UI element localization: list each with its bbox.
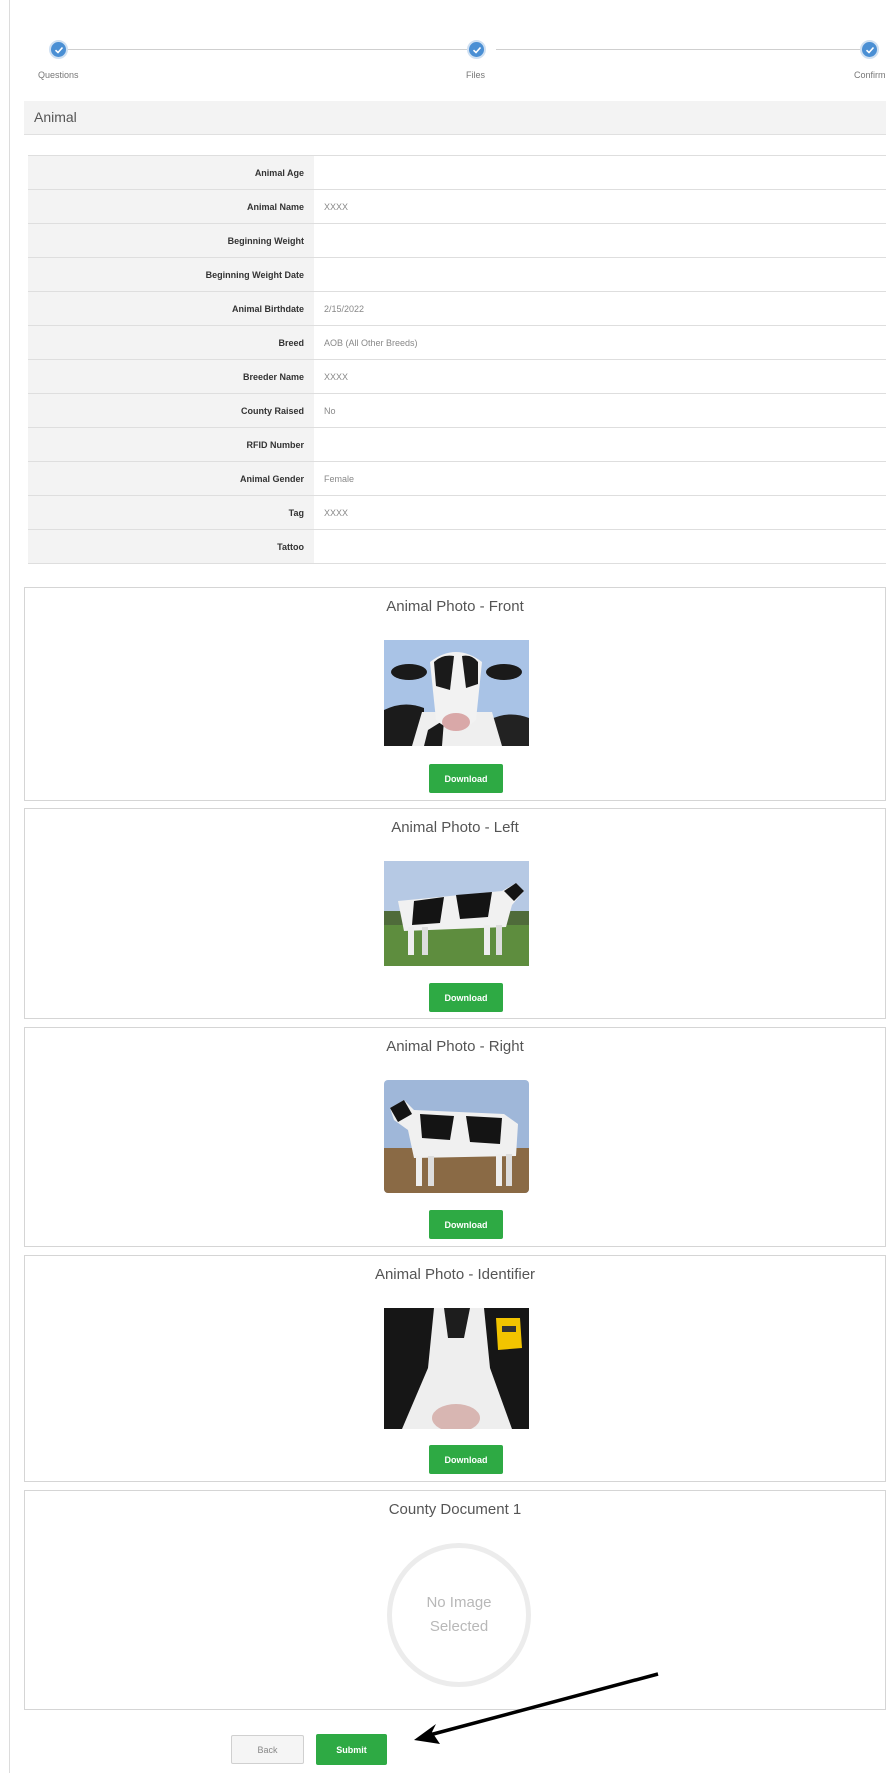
cow-front-photo: [384, 640, 529, 746]
download-identifier-button[interactable]: Download: [429, 1445, 503, 1474]
placeholder-text-line2: Selected: [429, 1618, 489, 1635]
download-front-button[interactable]: Download: [429, 764, 503, 793]
row-value: [314, 427, 886, 462]
row-value: AOB (All Other Breeds): [314, 325, 886, 360]
row-label: Beginning Weight Date: [28, 257, 314, 292]
step-label-confirm: Confirm: [854, 70, 886, 80]
step-label-files: Files: [466, 70, 486, 80]
row-label: Animal Age: [28, 155, 314, 190]
row-value: [314, 257, 886, 292]
photo-title: Animal Photo - Left: [391, 819, 519, 836]
photo-title: Animal Photo - Identifier: [374, 1266, 536, 1283]
row-value: 2/15/2022: [314, 291, 886, 326]
table-row: RFID Number: [28, 427, 886, 462]
photo-card-right: Animal Photo - Right Download: [24, 1027, 886, 1247]
placeholder-text-line1: No Image: [426, 1594, 492, 1611]
step-connector: [68, 49, 467, 50]
row-value: [314, 223, 886, 258]
row-label: Tattoo: [28, 529, 314, 564]
table-row: Breed AOB (All Other Breeds): [28, 325, 886, 360]
row-label: RFID Number: [28, 427, 314, 462]
row-label: Beginning Weight: [28, 223, 314, 258]
row-label: Animal Gender: [28, 461, 314, 496]
row-label: Breed: [28, 325, 314, 360]
row-value: XXXX: [314, 495, 886, 530]
row-value: [314, 529, 886, 564]
step-connector: [496, 49, 860, 50]
table-row: County Raised No: [28, 393, 886, 428]
row-value: No: [314, 393, 886, 428]
table-row: Beginning Weight: [28, 223, 886, 258]
step-files-check-icon[interactable]: [467, 40, 486, 59]
table-row: Breeder Name XXXX: [28, 359, 886, 394]
table-row: Animal Name XXXX: [28, 189, 886, 224]
row-label: Animal Name: [28, 189, 314, 224]
table-row: Animal Age: [28, 155, 886, 190]
cow-right-photo: [384, 1080, 529, 1193]
row-value: XXXX: [314, 359, 886, 394]
step-confirm-check-icon[interactable]: [860, 40, 879, 59]
document-title: County Document 1: [388, 1501, 522, 1518]
animal-details-table: Animal Age Animal Name XXXX Beginning We…: [28, 155, 886, 564]
row-label: Tag: [28, 495, 314, 530]
row-value: [314, 155, 886, 190]
photo-card-front: Animal Photo - Front Download: [24, 587, 886, 801]
download-right-button[interactable]: Download: [429, 1210, 503, 1239]
row-label: Breeder Name: [28, 359, 314, 394]
step-questions-check-icon[interactable]: [49, 40, 68, 59]
no-image-placeholder: No Image Selected: [387, 1543, 531, 1687]
cow-identifier-photo: [384, 1308, 529, 1429]
row-label: Animal Birthdate: [28, 291, 314, 326]
row-value: XXXX: [314, 189, 886, 224]
step-label-questions: Questions: [38, 70, 79, 80]
download-left-button[interactable]: Download: [429, 983, 503, 1012]
table-row: Beginning Weight Date: [28, 257, 886, 292]
photo-card-left: Animal Photo - Left Download: [24, 808, 886, 1019]
table-row: Animal Birthdate 2/15/2022: [28, 291, 886, 326]
progress-stepper: Questions Files Confirm: [24, 34, 886, 84]
annotation-arrow-icon: [414, 1672, 659, 1744]
row-label: County Raised: [28, 393, 314, 428]
photo-card-identifier: Animal Photo - Identifier Download: [24, 1255, 886, 1482]
back-button[interactable]: Back: [231, 1735, 304, 1764]
photo-title: Animal Photo - Right: [386, 1038, 524, 1055]
submit-button[interactable]: Submit: [316, 1734, 387, 1765]
section-title: Animal: [24, 101, 886, 135]
cow-left-photo: [384, 861, 529, 966]
table-row: Tattoo: [28, 529, 886, 564]
left-border: [9, 0, 10, 1773]
row-value: Female: [314, 461, 886, 496]
table-row: Animal Gender Female: [28, 461, 886, 496]
photo-title: Animal Photo - Front: [386, 598, 524, 615]
table-row: Tag XXXX: [28, 495, 886, 530]
